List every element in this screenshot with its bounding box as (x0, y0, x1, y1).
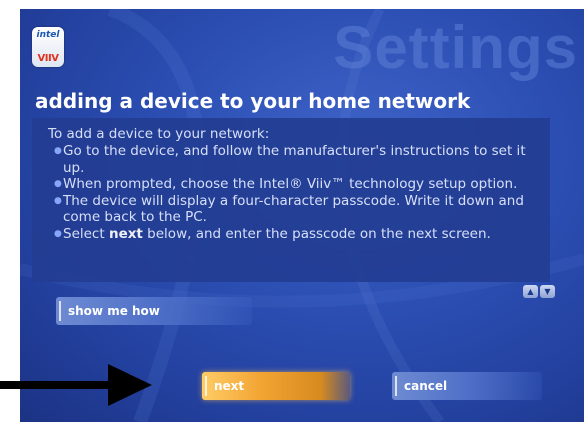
cancel-button[interactable]: cancel (392, 372, 542, 400)
pointer-arrow-icon (0, 364, 152, 406)
scroll-down-button[interactable]: ▼ (540, 285, 555, 298)
list-item: ● Select next below, and enter the passco… (54, 225, 491, 242)
scroll-up-button[interactable]: ▲ (523, 285, 538, 298)
intel-viiv-logo: intel VIIV (32, 27, 64, 67)
settings-watermark: Settings (333, 14, 578, 81)
bullet-icon: ● (54, 228, 62, 239)
bullet-icon: ● (54, 179, 62, 189)
page-title: adding a device to your home network (35, 89, 471, 113)
bullet-icon: ● (54, 146, 62, 156)
list-item: ● When prompted, choose the Intel® Viiv™ … (54, 176, 518, 192)
logo-intel-text: intel (36, 30, 60, 40)
instructions-intro: To add a device to your network: (48, 126, 270, 142)
button-edge-highlight (59, 301, 61, 321)
instructions-panel: To add a device to your network: ● Go to … (32, 118, 550, 282)
button-edge-highlight (395, 376, 397, 396)
bullet-icon: ● (54, 195, 62, 206)
show-me-how-button[interactable]: show me how (56, 297, 252, 325)
next-button[interactable]: next (202, 372, 350, 400)
instructions-list: ● Go to the device, and follow the manufa… (54, 143, 544, 242)
button-edge-highlight (205, 376, 207, 396)
list-item: ● Go to the device, and follow the manufa… (54, 143, 526, 176)
list-item: ● The device will display a four-characte… (54, 192, 524, 226)
logo-viiv-text: VIIV (37, 53, 59, 64)
media-center-screen: intel VIIV Settings adding a device to y… (20, 9, 584, 422)
